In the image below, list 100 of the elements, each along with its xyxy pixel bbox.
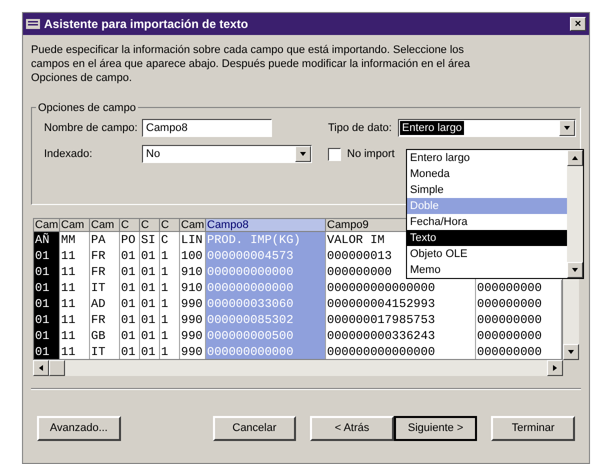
grid-cell: AÑ [34, 232, 60, 248]
dialog-button[interactable]: Siguiente > [394, 416, 478, 441]
grid-cell: 01 [140, 312, 160, 328]
window-title: Asistente para importación de texto [44, 16, 250, 33]
grid-cell: 990 [180, 312, 206, 328]
dropdown-button[interactable] [295, 146, 311, 162]
group-title: Opciones de campo [36, 100, 138, 116]
dropdown-button[interactable] [559, 120, 575, 136]
grid-cell: FR [90, 264, 120, 280]
grid-cell: SI [140, 232, 160, 248]
column-header[interactable]: Campo8 [206, 219, 326, 232]
grid-cell: 000000000 [476, 296, 562, 312]
grid-cell: 000000000000 [206, 264, 326, 280]
scroll-down-button[interactable] [563, 344, 579, 360]
grid-cell: 990 [180, 344, 206, 359]
grid-cell: 11 [60, 280, 90, 296]
skip-label: No import [347, 146, 395, 162]
grid-cell: IT [90, 344, 120, 359]
grid-cell: 11 [60, 248, 90, 264]
grid-cell: 000000000000 [206, 344, 326, 359]
grid-cell: FR [90, 248, 120, 264]
grid-cell: 000000004573 [206, 248, 326, 264]
list-option[interactable]: Simple [407, 182, 567, 198]
grid-cell: 000000000 [476, 328, 562, 344]
dialog-button[interactable]: Cancelar [212, 416, 296, 441]
grid-cell: 01 [120, 296, 140, 312]
scroll-thumb[interactable] [49, 360, 65, 376]
grid-cell: 01 [120, 312, 140, 328]
grid-cell: 000000000 [476, 280, 562, 296]
grid-cell: 000000033060 [206, 296, 326, 312]
grid-cell: 01 [34, 296, 60, 312]
grid-cell: 11 [60, 328, 90, 344]
grid-cell: 000000000 [476, 312, 562, 328]
grid-cell: FR [90, 312, 120, 328]
grid-cell: 01 [34, 264, 60, 280]
grid-cell: 01 [120, 344, 140, 359]
scroll-left-button[interactable] [33, 360, 49, 376]
grid-cell: 01 [34, 248, 60, 264]
grid-cell: 01 [140, 280, 160, 296]
grid-cell: GB [90, 328, 120, 344]
data-type-value: Entero largo [400, 121, 464, 135]
grid-cell: 1 [160, 344, 180, 359]
data-type-label: Tipo de dato: [328, 120, 393, 136]
grid-cell: 01 [34, 328, 60, 344]
grid-cell: 000000000000000 [326, 344, 476, 359]
grid-cell: 11 [60, 344, 90, 359]
grid-cell: 000000000336243 [326, 328, 476, 344]
horizontal-scrollbar[interactable] [33, 360, 563, 376]
grid-cell: 01 [140, 248, 160, 264]
skip-checkbox[interactable] [328, 148, 341, 160]
dialog-button[interactable]: Terminar [491, 416, 575, 441]
list-scrollbar[interactable] [567, 150, 583, 278]
grid-cell: LIN [180, 232, 206, 248]
indexed-combo[interactable]: No [142, 145, 312, 163]
data-type-combo[interactable]: Entero largo [398, 119, 576, 137]
grid-cell: 000000000 [476, 344, 562, 359]
grid-cell: 01 [140, 296, 160, 312]
grid-cell: 01 [34, 344, 60, 359]
grid-cell: C [160, 232, 180, 248]
grid-cell: 100 [180, 248, 206, 264]
dialog-button[interactable]: Avanzado... [37, 416, 121, 441]
field-name-input[interactable]: Campo8 [142, 119, 272, 137]
indexed-label: Indexado: [44, 146, 94, 162]
list-option[interactable]: Moneda [407, 166, 567, 182]
grid-cell: 01 [34, 280, 60, 296]
down-arrow-icon [567, 348, 575, 356]
intro-text: Puede especificar la información sobre cada campo que está importando. Seleccione los campos en el área que aparece abajo. Después puede modificar la información en el área Opciones de campo. [31, 43, 472, 85]
list-option[interactable]: Texto [407, 230, 567, 246]
field-name-label: Nombre de campo: [44, 120, 139, 136]
grid-cell: 01 [120, 328, 140, 344]
scroll-up-button[interactable] [567, 150, 583, 166]
grid-cell: 01 [120, 280, 140, 296]
grid-cell: 01 [140, 264, 160, 280]
grid-cell: 990 [180, 328, 206, 344]
grid-cell: PA [90, 232, 120, 248]
scroll-right-button[interactable] [547, 360, 563, 376]
grid-cell: 910 [180, 280, 206, 296]
grid-cell: 910 [180, 264, 206, 280]
scroll-down-button[interactable] [567, 262, 583, 278]
list-option[interactable]: Entero largo [407, 150, 567, 166]
down-arrow-icon [571, 266, 579, 274]
grid-cell: PROD. IMP(KG) [206, 232, 326, 248]
grid-cell: 000000004152993 [326, 296, 476, 312]
close-button[interactable]: × [570, 17, 586, 31]
left-arrow-icon [37, 364, 45, 372]
grid-cell: 1 [160, 312, 180, 328]
grid-cell: 000000017985753 [326, 312, 476, 328]
grid-cell: 11 [60, 296, 90, 312]
indexed-value: No [146, 146, 160, 162]
grid-cell: 000000085302 [206, 312, 326, 328]
grid-cell: 1 [160, 296, 180, 312]
grid-cell: IT [90, 280, 120, 296]
grid-cell: 000000000500 [206, 328, 326, 344]
dialog-button[interactable]: < Atrás [310, 416, 394, 441]
grid-cell: 000000000000000 [326, 280, 476, 296]
grid-cell: 01 [140, 344, 160, 359]
grid-cell: 1 [160, 264, 180, 280]
grid-cell: 01 [120, 248, 140, 264]
grid-cell: MM [60, 232, 90, 248]
grid-cell: 000000000000 [206, 280, 326, 296]
